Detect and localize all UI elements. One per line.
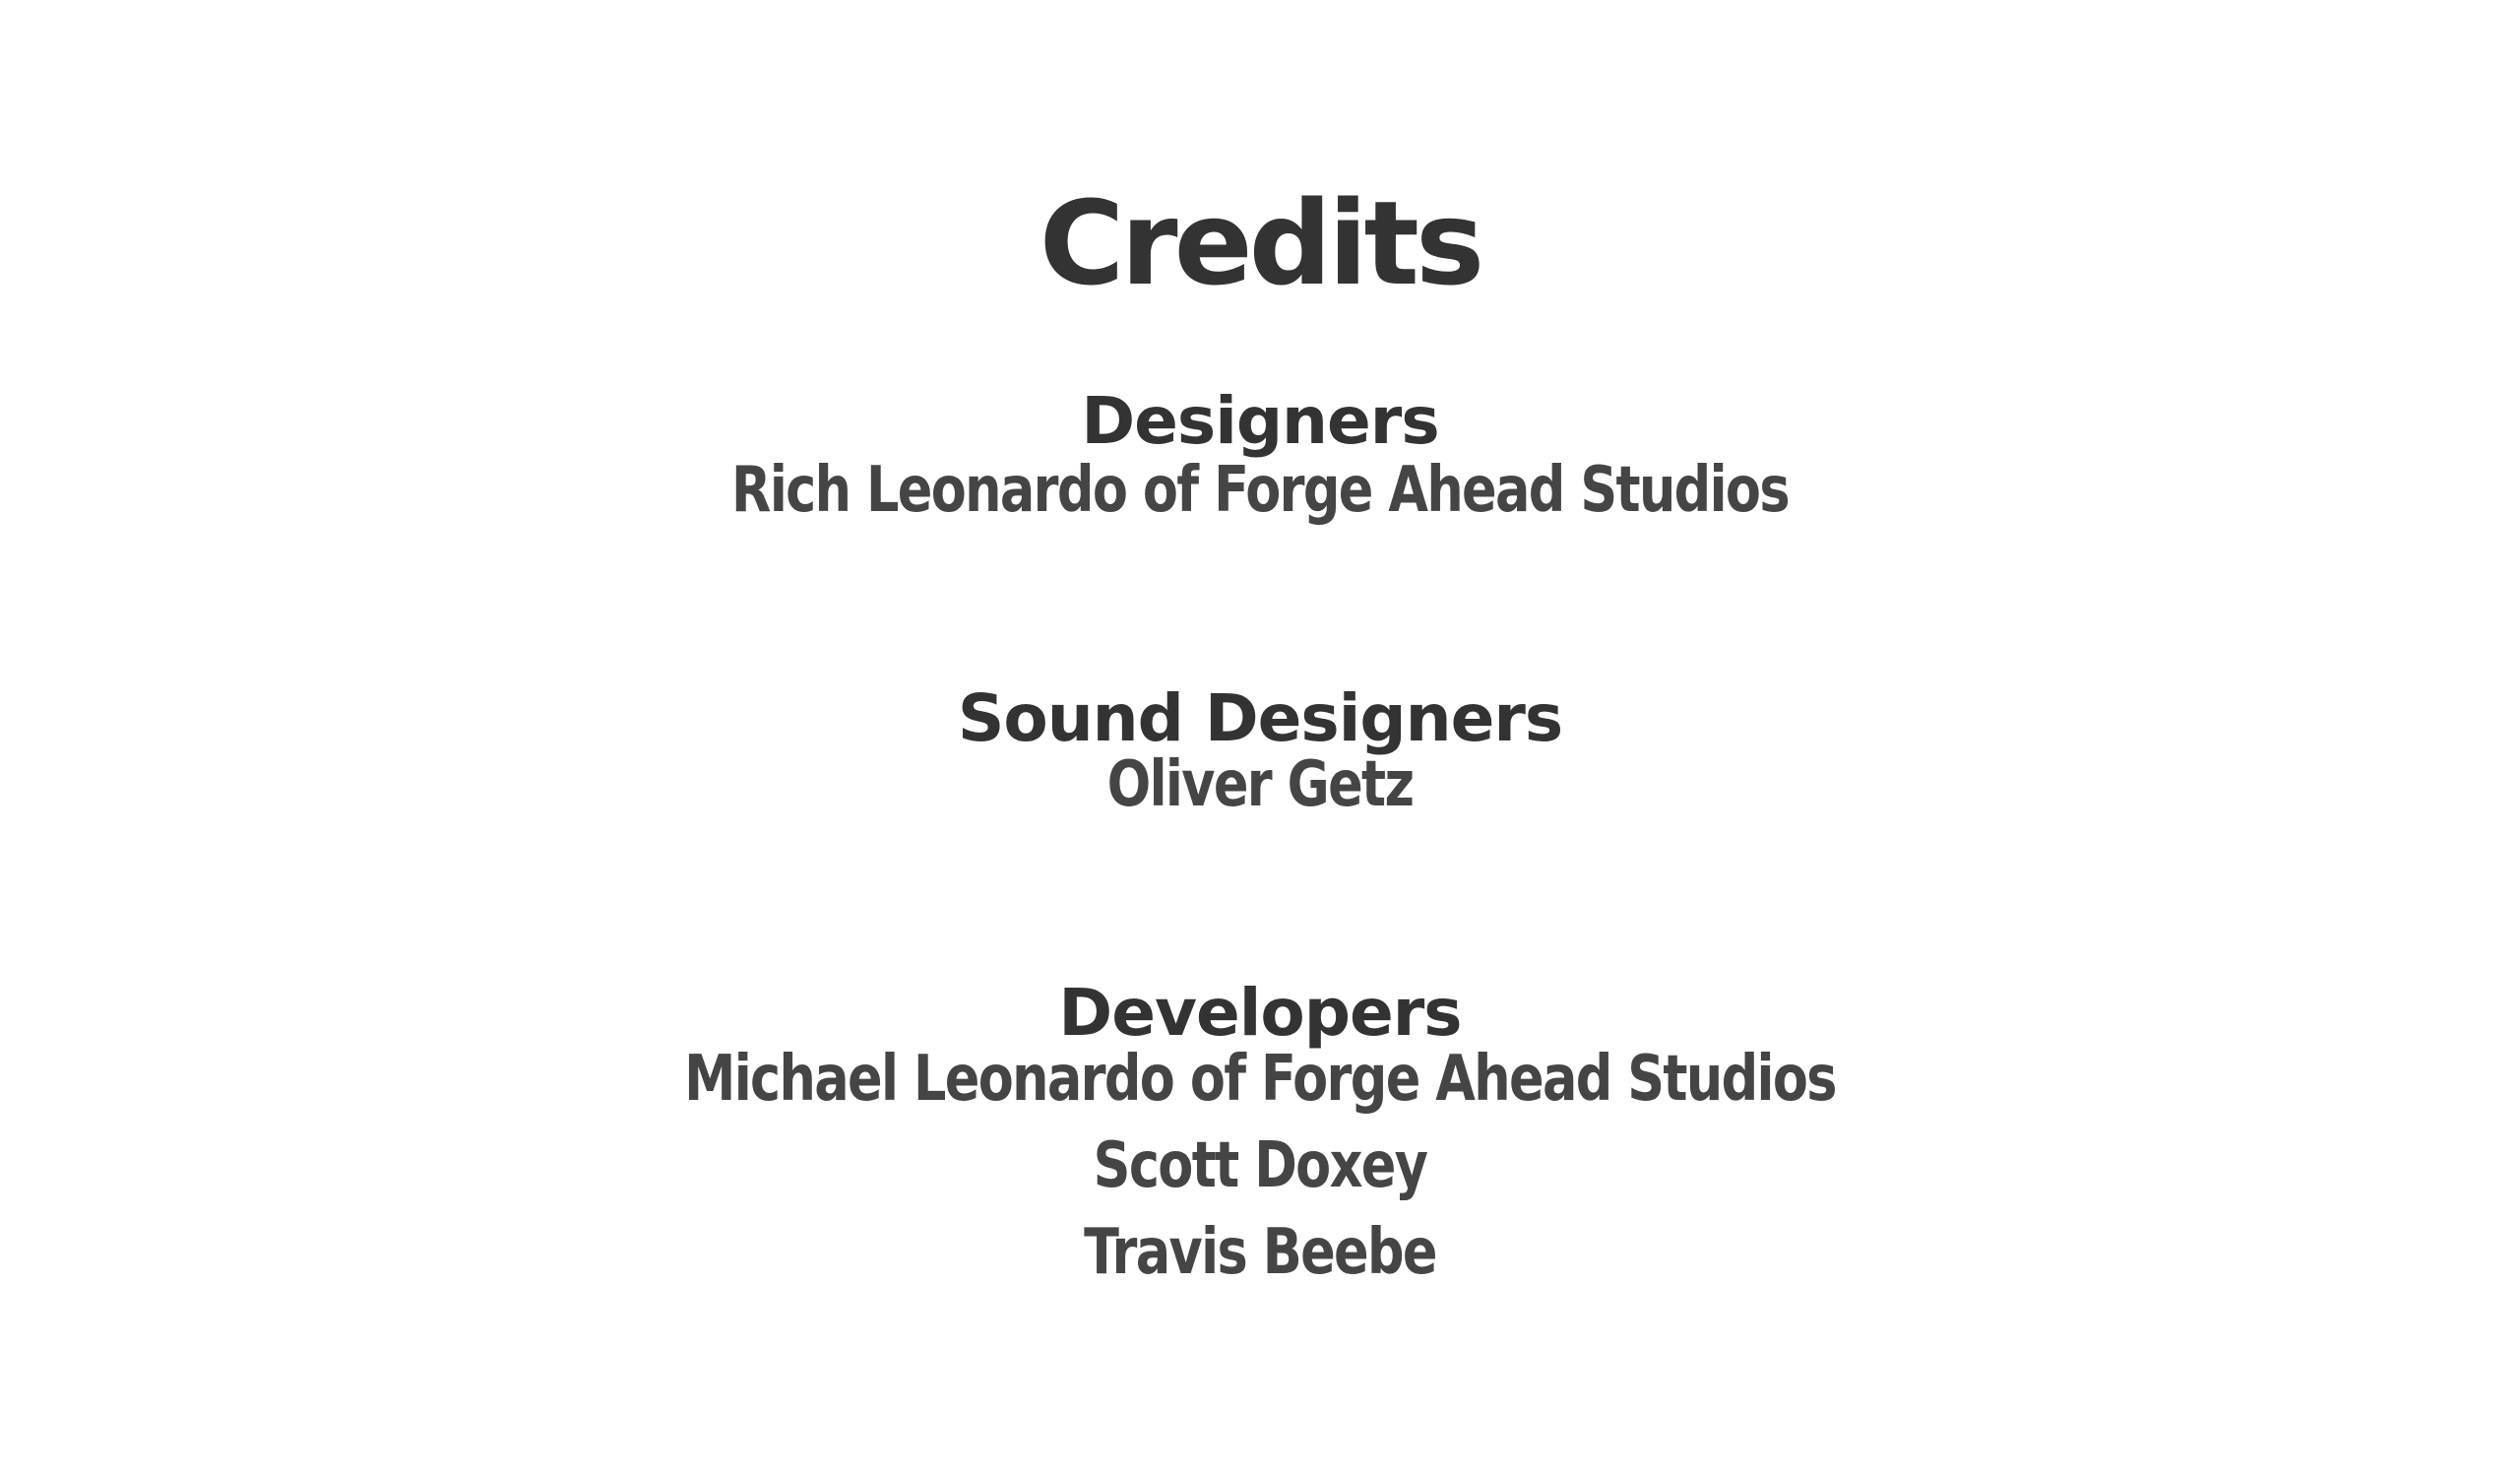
sound-designer-name: Oliver Getz xyxy=(1106,748,1415,821)
developer-name: Scott Doxey xyxy=(1093,1129,1428,1202)
designer-name: Rich Leonardo of Forge Ahead Studios xyxy=(731,454,1791,527)
credits-title: Credits xyxy=(1039,175,1484,312)
developer-name: Michael Leonardo of Forge Ahead Studios xyxy=(684,1043,1837,1116)
credits-screen: Credits Designers Rich Leonardo of Forge… xyxy=(0,0,2520,1477)
developer-name: Travis Beebe xyxy=(1084,1216,1437,1289)
